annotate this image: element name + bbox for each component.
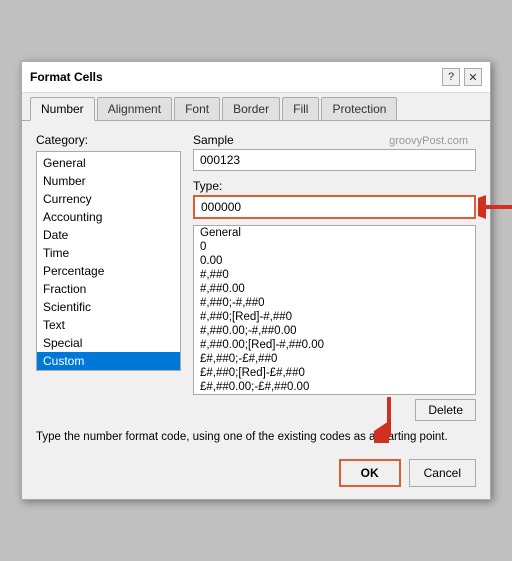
list-item[interactable]: #,##0.00 (194, 282, 475, 296)
category-item-time[interactable]: Time (37, 244, 180, 262)
title-bar: Format Cells ? ✕ (22, 62, 490, 93)
bottom-buttons: OK Cancel (36, 459, 476, 487)
dialog-title: Format Cells (30, 70, 103, 84)
list-item[interactable]: #,##0.00;[Red]-#,##0.00 (194, 338, 475, 352)
list-item[interactable]: #,##0;[Red]-#,##0 (194, 310, 475, 324)
left-column: Category: General Number Currency Accoun… (36, 133, 181, 421)
category-item-number[interactable]: Number (37, 172, 180, 190)
delete-button-row: Delete (193, 399, 476, 421)
category-item-percentage[interactable]: Percentage (37, 262, 180, 280)
format-list-wrap[interactable]: General 0 0.00 #,##0 #,##0.00 #,##0;-#,#… (193, 225, 476, 395)
right-column: Sample 000123 Type: (193, 133, 476, 421)
tab-font[interactable]: Font (174, 97, 220, 120)
category-item-fraction[interactable]: Fraction (37, 280, 180, 298)
category-list[interactable]: General Number Currency Accounting Date … (36, 151, 181, 371)
tab-border[interactable]: Border (222, 97, 280, 120)
category-item-special[interactable]: Special (37, 334, 180, 352)
main-content: Category: General Number Currency Accoun… (36, 133, 476, 421)
format-list: General 0 0.00 #,##0 #,##0.00 #,##0;-#,#… (194, 226, 475, 395)
category-item-general[interactable]: General (37, 154, 180, 172)
delete-button[interactable]: Delete (415, 399, 476, 421)
tab-protection[interactable]: Protection (321, 97, 397, 120)
hint-text: Type the number format code, using one o… (36, 431, 476, 443)
list-item[interactable]: 0.00 (194, 254, 475, 268)
type-input-wrap (193, 195, 476, 219)
category-item-text[interactable]: Text (37, 316, 180, 334)
tabs-bar: Number Alignment Font Border Fill Protec… (22, 93, 490, 121)
list-item[interactable]: #,##0.00;-#,##0.00 (194, 324, 475, 338)
category-label: Category: (36, 133, 181, 147)
title-bar-controls: ? ✕ (442, 68, 482, 86)
type-input[interactable] (193, 195, 476, 219)
tab-number[interactable]: Number (30, 97, 95, 121)
help-button[interactable]: ? (442, 68, 460, 86)
sample-value: 000123 (193, 149, 476, 171)
format-list-container: General 0 0.00 #,##0 #,##0.00 #,##0;-#,#… (193, 225, 476, 395)
category-item-currency[interactable]: Currency (37, 190, 180, 208)
category-item-date[interactable]: Date (37, 226, 180, 244)
sample-label: Sample (193, 133, 476, 147)
list-item[interactable]: #,##0;-#,##0 (194, 296, 475, 310)
type-label: Type: (193, 179, 476, 193)
list-item[interactable]: £#,##0;[Red]-£#,##0 (194, 366, 475, 380)
category-item-accounting[interactable]: Accounting (37, 208, 180, 226)
cancel-button[interactable]: Cancel (409, 459, 476, 487)
list-item[interactable]: £#,##0.00;[Red]-£#,##0.00 (194, 394, 475, 395)
close-button[interactable]: ✕ (464, 68, 482, 86)
category-item-custom[interactable]: Custom (37, 352, 180, 370)
dialog-body: groovyPost.com Category: General Number … (22, 121, 490, 499)
ok-button[interactable]: OK (339, 459, 401, 487)
format-cells-dialog: Format Cells ? ✕ Number Alignment Font B… (21, 61, 491, 500)
category-item-scientific[interactable]: Scientific (37, 298, 180, 316)
arrow-right-icon (478, 192, 512, 222)
list-item[interactable]: £#,##0.00;-£#,##0.00 (194, 380, 475, 394)
list-item[interactable]: General (194, 226, 475, 240)
tab-alignment[interactable]: Alignment (97, 97, 172, 120)
list-item[interactable]: £#,##0;-£#,##0 (194, 352, 475, 366)
list-item[interactable]: #,##0 (194, 268, 475, 282)
tab-fill[interactable]: Fill (282, 97, 319, 120)
list-item[interactable]: 0 (194, 240, 475, 254)
